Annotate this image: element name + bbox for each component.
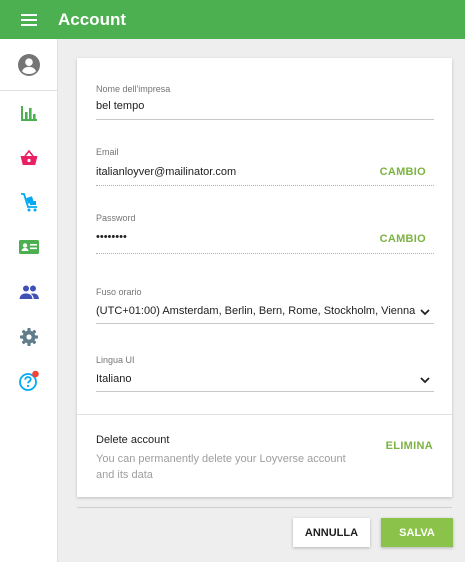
bar-chart-icon bbox=[21, 106, 37, 121]
sidebar-item-account[interactable] bbox=[0, 45, 58, 85]
account-circle-icon bbox=[18, 54, 40, 76]
chevron-down-icon[interactable] bbox=[420, 309, 430, 316]
settings-gear-icon bbox=[20, 328, 38, 346]
sidebar-item-settings[interactable] bbox=[0, 317, 58, 357]
language-select[interactable]: Lingua UI Italiano bbox=[96, 355, 434, 392]
sidebar-divider bbox=[0, 90, 58, 91]
password-underline bbox=[96, 253, 434, 254]
business-name-underline bbox=[96, 119, 434, 120]
password-label: Password bbox=[96, 213, 136, 223]
sidebar-item-employees[interactable] bbox=[0, 272, 58, 312]
page-title: Account bbox=[58, 9, 126, 29]
business-name-label: Nome dell'impresa bbox=[96, 84, 171, 94]
chevron-down-icon[interactable] bbox=[420, 377, 430, 384]
notification-dot bbox=[32, 370, 39, 378]
email-field: Email italianloyver@mailinator.com CAMBI… bbox=[96, 147, 434, 186]
save-button[interactable]: SALVA bbox=[381, 518, 453, 547]
timezone-value: (UTC+01:00) Amsterdam, Berlin, Bern, Rom… bbox=[96, 305, 416, 317]
timezone-underline bbox=[96, 323, 434, 324]
language-label: Lingua UI bbox=[96, 355, 135, 365]
timezone-select[interactable]: Fuso orario (UTC+01:00) Amsterdam, Berli… bbox=[96, 287, 434, 324]
email-underline bbox=[96, 185, 434, 186]
section-divider bbox=[77, 414, 452, 415]
sidebar-item-help[interactable] bbox=[0, 361, 58, 401]
business-name-input[interactable]: bel tempo bbox=[96, 100, 144, 112]
sidebar-item-sales[interactable] bbox=[0, 138, 58, 178]
change-email-button[interactable]: CAMBIO bbox=[380, 166, 426, 178]
delete-account-button[interactable]: ELIMINA bbox=[386, 440, 433, 452]
password-field: Password •••••••• CAMBIO bbox=[96, 213, 434, 254]
delete-account-description: You can permanently delete your Loyverse… bbox=[96, 453, 346, 481]
email-value: italianloyver@mailinator.com bbox=[96, 166, 237, 178]
top-app-bar: Account bbox=[0, 0, 465, 39]
language-underline bbox=[96, 391, 434, 392]
business-name-field[interactable]: Nome dell'impresa bel tempo bbox=[96, 84, 434, 120]
cancel-button[interactable]: ANNULLA bbox=[293, 518, 370, 547]
basket-icon bbox=[20, 149, 38, 165]
footer-divider bbox=[77, 507, 452, 508]
timezone-label: Fuso orario bbox=[96, 287, 142, 297]
sidebar-item-reports[interactable] bbox=[0, 93, 58, 133]
account-settings-card: Nome dell'impresa bel tempo Email italia… bbox=[77, 58, 452, 497]
password-value: •••••••• bbox=[96, 231, 127, 243]
sidebar-item-customers[interactable] bbox=[0, 227, 58, 267]
help-icon bbox=[19, 370, 39, 391]
employees-icon bbox=[19, 285, 39, 299]
sidebar bbox=[0, 39, 58, 562]
email-label: Email bbox=[96, 147, 119, 157]
change-password-button[interactable]: CAMBIO bbox=[380, 233, 426, 245]
delete-account-title: Delete account bbox=[96, 434, 170, 446]
customer-card-icon bbox=[19, 240, 39, 254]
items-cart-icon bbox=[21, 193, 37, 212]
language-value: Italiano bbox=[96, 373, 132, 385]
hamburger-menu-icon[interactable] bbox=[21, 13, 37, 26]
sidebar-item-items[interactable] bbox=[0, 182, 58, 222]
